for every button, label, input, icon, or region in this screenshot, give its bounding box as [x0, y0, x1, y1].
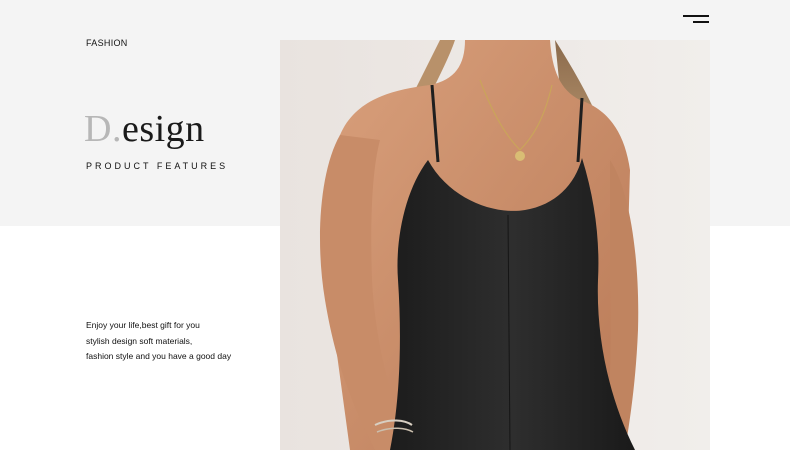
product-photo	[280, 40, 710, 450]
hero-title-rest: esign	[121, 108, 205, 150]
description-line: fashion style and you have a good day	[86, 351, 232, 361]
description-line: Enjoy your life,best gift for you	[86, 320, 200, 330]
hero-title-initial: D.	[84, 108, 122, 150]
product-description: Enjoy your life,best gift for you stylis…	[86, 318, 276, 365]
hero-subtitle: PRODUCT FEATURES	[86, 161, 229, 171]
product-page: FASHION D.esign PRODUCT FEATURES Enjoy y…	[0, 0, 790, 469]
hero-title: D.esign	[84, 106, 205, 152]
hamburger-menu-icon[interactable]	[683, 15, 711, 27]
description-line: stylish design soft materials,	[86, 335, 193, 346]
category-label: FASHION	[86, 38, 128, 48]
